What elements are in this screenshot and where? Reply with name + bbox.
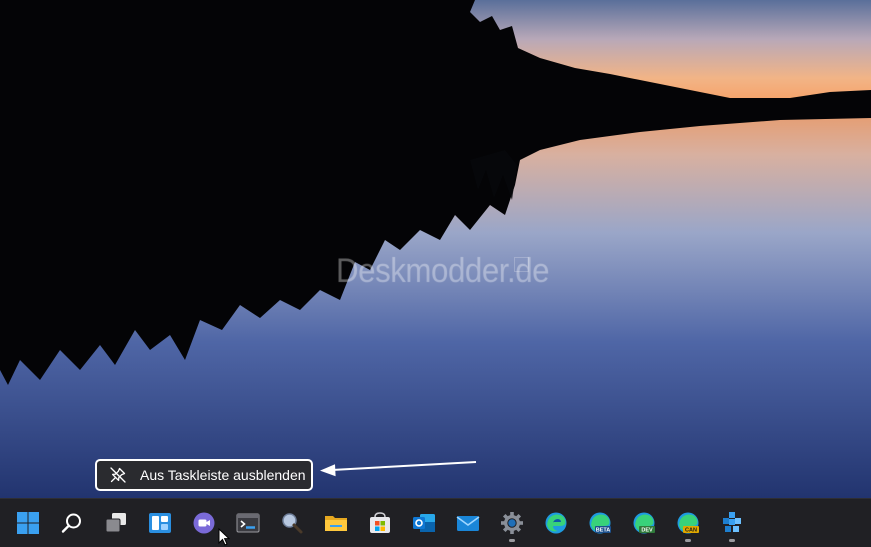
edge-dev-icon: DEV: [633, 512, 655, 534]
watermark-edit-icon: [514, 257, 529, 272]
magnifier-icon: [282, 513, 303, 534]
store-button[interactable]: [360, 505, 400, 541]
task-view-icon: [105, 513, 126, 533]
edge-button[interactable]: [536, 505, 576, 541]
task-view-button[interactable]: [96, 505, 136, 541]
unpin-icon: [110, 467, 126, 483]
running-indicator: [729, 539, 735, 542]
start-button[interactable]: [8, 505, 48, 541]
taskbar: BETA DEV CAN: [0, 498, 871, 547]
edge-icon: [545, 512, 567, 534]
edge-canary-badge: CAN: [685, 528, 697, 534]
search-icon: [61, 513, 81, 533]
edge-canary-button[interactable]: CAN: [668, 505, 708, 542]
running-indicator: [509, 539, 515, 542]
mail-icon: [456, 516, 480, 531]
store-icon: [370, 512, 390, 533]
edge-beta-button[interactable]: BETA: [580, 505, 620, 541]
edge-beta-icon: BETA: [589, 512, 611, 534]
cube-app-icon: [723, 512, 741, 532]
running-indicator: [685, 539, 691, 542]
desktop-wallpaper: Deskmodder.de: [0, 0, 871, 498]
settings-gear-icon: [501, 512, 523, 534]
outlook-icon: [413, 514, 435, 532]
folder-icon: [325, 516, 347, 531]
outlook-button[interactable]: [404, 505, 444, 541]
terminal-button[interactable]: [228, 505, 268, 541]
unpin-label: Aus Taskleiste ausblenden: [140, 467, 306, 483]
mouse-cursor-icon: [218, 528, 230, 546]
file-explorer-button[interactable]: [316, 505, 356, 541]
terminal-icon: [236, 513, 260, 533]
windows-logo-icon: [17, 512, 39, 534]
edge-beta-badge: BETA: [596, 528, 611, 534]
unpin-from-taskbar-menu-item[interactable]: Aus Taskleiste ausblenden: [95, 459, 313, 491]
settings-button[interactable]: [492, 505, 532, 542]
edge-dev-badge: DEV: [641, 528, 653, 534]
widgets-icon: [149, 513, 171, 533]
edge-dev-button[interactable]: DEV: [624, 505, 664, 541]
search-button[interactable]: [52, 505, 92, 541]
edge-canary-icon: CAN: [677, 512, 699, 534]
app-button[interactable]: [712, 505, 752, 542]
magnifier-button[interactable]: [272, 505, 312, 541]
widgets-button[interactable]: [140, 505, 180, 541]
chat-icon: [193, 512, 215, 534]
mail-button[interactable]: [448, 505, 488, 541]
annotation-arrow: [320, 461, 477, 477]
